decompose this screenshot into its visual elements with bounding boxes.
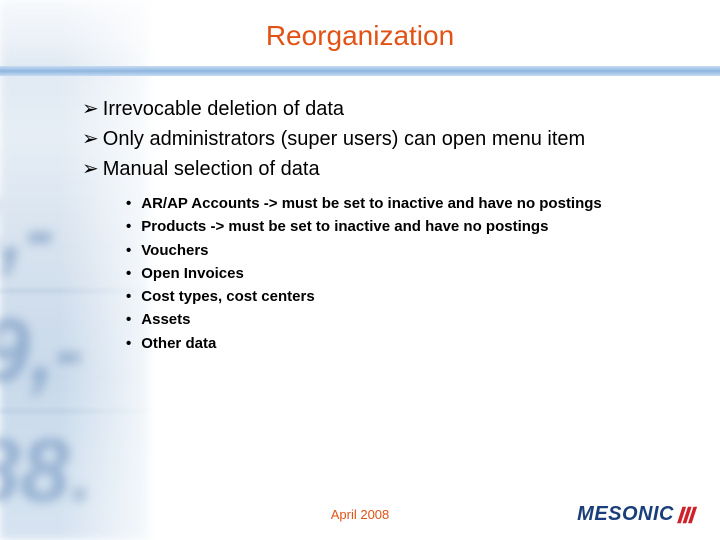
sub-bullet: • Open Invoices (126, 262, 710, 285)
bullet-icon: • (126, 308, 131, 331)
slide: 4,- 09,- 188. Reorganization ➢ Irrevocab… (0, 0, 720, 540)
logo-text: MESONIC (577, 503, 674, 526)
sub-bullet: • Cost types, cost centers (126, 285, 710, 308)
sub-bullet-text: Other data (141, 332, 216, 355)
main-bullet: ➢ Only administrators (super users) can … (82, 125, 710, 154)
main-bullet: ➢ Irrevocable deletion of data (82, 95, 710, 124)
logo-stripes-icon (676, 504, 698, 526)
sub-bullet: • Assets (126, 308, 710, 331)
logo: MESONIC (577, 503, 698, 526)
main-bullet-text: Only administrators (super users) can op… (103, 125, 585, 154)
arrow-icon: ➢ (82, 95, 99, 124)
sub-bullet-list: • AR/AP Accounts -> must be set to inact… (126, 192, 710, 355)
bullet-icon: • (126, 192, 131, 215)
main-bullet-text: Irrevocable deletion of data (103, 95, 344, 124)
sub-bullet-text: Open Invoices (141, 262, 244, 285)
sub-bullet-text: Cost types, cost centers (141, 285, 314, 308)
sub-bullet-text: Products -> must be set to inactive and … (141, 215, 548, 238)
bullet-icon: • (126, 239, 131, 262)
sub-bullet-text: Vouchers (141, 239, 208, 262)
main-bullet-text: Manual selection of data (103, 155, 320, 184)
sub-bullet: • Other data (126, 332, 710, 355)
sub-bullet-text: AR/AP Accounts -> must be set to inactiv… (141, 192, 602, 215)
sub-bullet: • Products -> must be set to inactive an… (126, 215, 710, 238)
bullet-icon: • (126, 215, 131, 238)
bullet-icon: • (126, 285, 131, 308)
arrow-icon: ➢ (82, 155, 99, 184)
bullet-icon: • (126, 262, 131, 285)
slide-title: Reorganization (0, 20, 720, 52)
sub-bullet-text: Assets (141, 308, 190, 331)
arrow-icon: ➢ (82, 125, 99, 154)
sub-bullet: • AR/AP Accounts -> must be set to inact… (126, 192, 710, 215)
main-bullet: ➢ Manual selection of data (82, 155, 710, 184)
content-area: ➢ Irrevocable deletion of data ➢ Only ad… (82, 95, 710, 355)
sub-bullet: • Vouchers (126, 239, 710, 262)
bullet-icon: • (126, 332, 131, 355)
accent-bar (0, 66, 720, 76)
